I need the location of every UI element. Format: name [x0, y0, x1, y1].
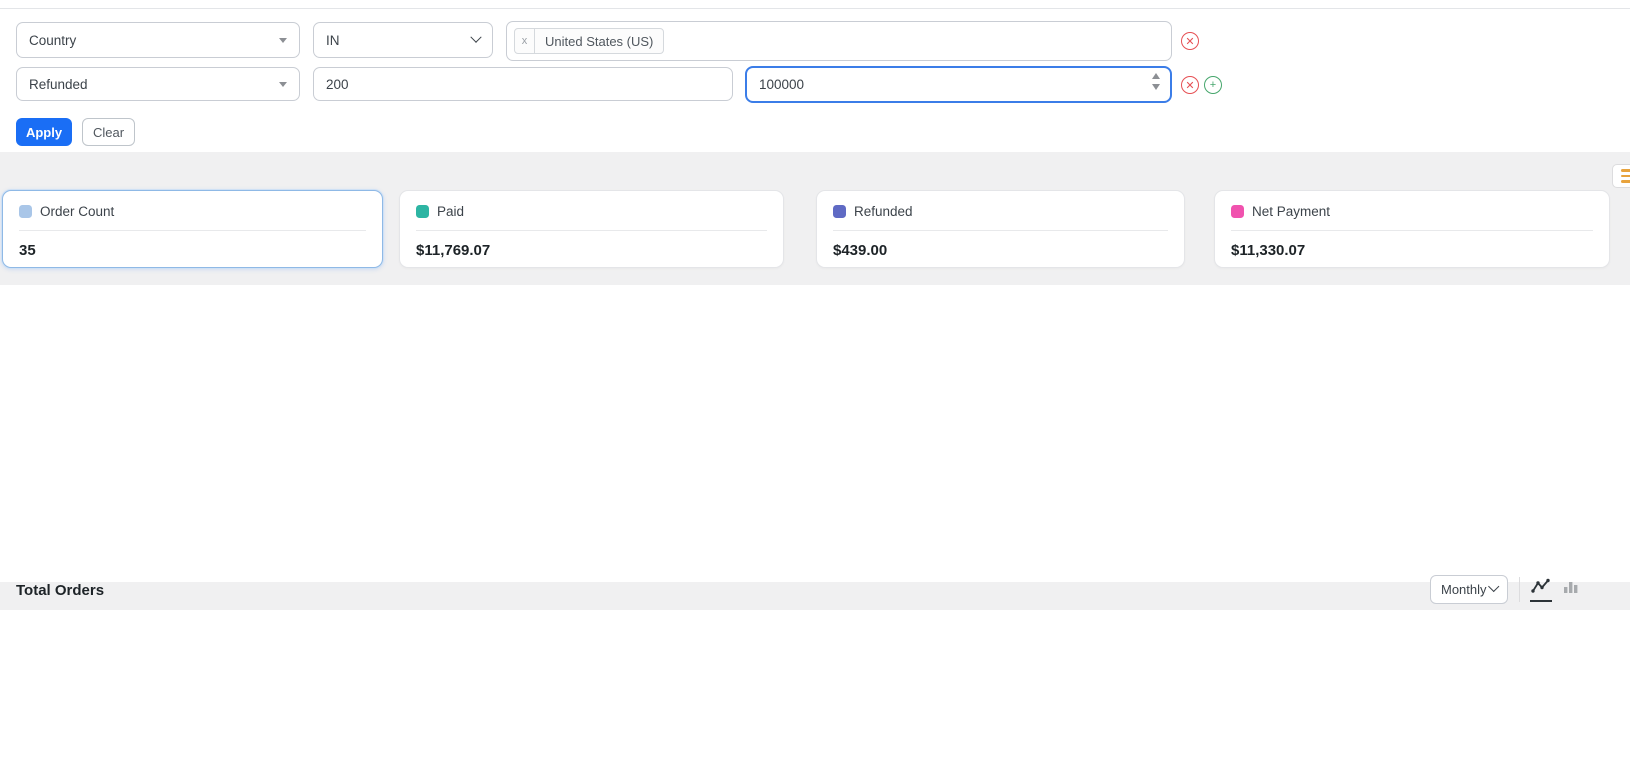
filter-value-tagbox[interactable]: x United States (US): [506, 21, 1172, 61]
remove-filter-row-icon[interactable]: ✕: [1181, 76, 1199, 94]
bar-chart-type-button[interactable]: [1560, 578, 1582, 602]
apply-button[interactable]: Apply: [16, 118, 72, 146]
card-value: 35: [19, 242, 36, 259]
tag-label: United States (US): [545, 33, 654, 49]
series-color-swatch: [833, 205, 846, 218]
number-stepper[interactable]: [1152, 73, 1160, 90]
card-divider: [416, 230, 767, 231]
card-divider: [19, 230, 366, 231]
max-value-input[interactable]: [759, 77, 1140, 92]
stepper-down-icon[interactable]: [1152, 84, 1160, 90]
filter-field-label-2: Refunded: [29, 76, 88, 92]
filter-operator-label: IN: [326, 32, 340, 48]
chart-title: Total Orders: [16, 582, 105, 599]
chevron-down-icon: [279, 37, 287, 43]
summary-card-paid[interactable]: Paid $11,769.07: [399, 190, 784, 268]
series-color-swatch: [19, 205, 32, 218]
corner-options-button[interactable]: [1612, 164, 1630, 188]
filter-field-label: Country: [29, 32, 77, 48]
series-color-swatch: [1231, 205, 1244, 218]
filter-operator-select[interactable]: IN: [313, 22, 493, 58]
card-label: Paid: [437, 204, 465, 219]
filter-field-select-2[interactable]: Refunded: [16, 67, 300, 101]
line-chart-icon: [1531, 578, 1550, 593]
chevron-down-icon: [1488, 580, 1500, 592]
card-label: Order Count: [40, 204, 115, 219]
filter-panel: Country IN x United States (US) ✕ Refund…: [0, 0, 1630, 152]
chevron-down-icon: [279, 81, 287, 87]
card-divider: [833, 230, 1168, 231]
table-card: 10: [0, 610, 1630, 771]
divider: [1519, 577, 1520, 602]
card-divider: [1231, 230, 1593, 231]
min-value-input[interactable]: [326, 76, 720, 92]
orders-chart-card: Total Orders Monthly 3.02.52.01.51.00.50…: [0, 285, 1630, 771]
line-chart-type-button[interactable]: [1530, 578, 1552, 602]
chevron-down-icon: [470, 31, 482, 43]
summary-card-net-payment[interactable]: Net Payment $11,330.07: [1214, 190, 1610, 268]
card-value: $11,769.07: [416, 242, 491, 259]
card-value: $11,330.07: [1231, 242, 1306, 259]
card-value: $439.00: [833, 242, 888, 259]
interval-label: Monthly: [1441, 582, 1487, 597]
summary-card-order-count[interactable]: Order Count 35: [2, 190, 383, 268]
interval-dropdown[interactable]: Monthly: [1430, 575, 1508, 604]
analytics-dashboard: Country IN x United States (US) ✕ Refund…: [0, 0, 1630, 771]
remove-tag-icon[interactable]: x: [515, 29, 535, 53]
bar-chart-icon: [1564, 582, 1578, 593]
clear-button[interactable]: Clear: [82, 118, 135, 146]
top-divider: [0, 8, 1630, 9]
stepper-up-icon[interactable]: [1152, 73, 1160, 79]
min-value-input-wrap: [313, 67, 733, 101]
filter-field-select[interactable]: Country: [16, 22, 300, 58]
country-tag: x United States (US): [514, 28, 665, 54]
remove-filter-row-icon[interactable]: ✕: [1181, 32, 1199, 50]
add-filter-row-icon[interactable]: +: [1204, 76, 1222, 94]
series-color-swatch: [416, 205, 429, 218]
card-label: Refunded: [854, 204, 913, 219]
card-label: Net Payment: [1252, 204, 1331, 219]
summary-card-refunded[interactable]: Refunded $439.00: [816, 190, 1185, 268]
max-value-input-wrap: [745, 66, 1172, 103]
